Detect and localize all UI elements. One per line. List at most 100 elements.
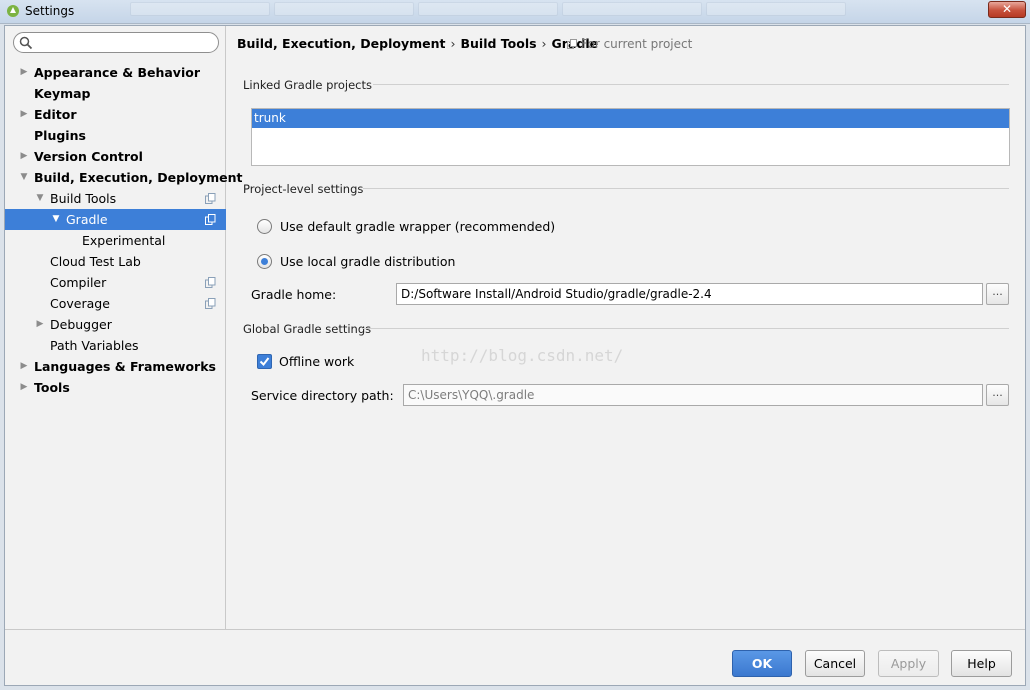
sidebar-item-label: Experimental [82, 233, 166, 248]
search-input[interactable] [36, 35, 214, 50]
sidebar-item-coverage[interactable]: Coverage [5, 293, 226, 314]
sidebar-item-label: Build Tools [50, 191, 117, 206]
background-tab [418, 2, 558, 16]
local-distribution-label: Use local gradle distribution [280, 253, 456, 269]
collapse-arrow-icon[interactable]: ▶ [19, 62, 29, 83]
sidebar-item-compiler[interactable]: Compiler [5, 272, 226, 293]
local-distribution-option[interactable]: Use local gradle distribution [257, 251, 455, 271]
gradle-home-label: Gradle home: [251, 287, 337, 302]
sidebar-item-build-execution-deployment[interactable]: ▼ Build, Execution, Deployment [5, 167, 243, 188]
gradle-settings-panel: Build, Execution, Deployment › Build Tools… [227, 26, 1027, 629]
sidebar-item-experimental[interactable]: Experimental [5, 230, 226, 251]
project-scope-icon [205, 214, 216, 225]
sidebar-item-build-tools[interactable]: ▼ Build Tools [5, 188, 226, 209]
collapse-arrow-icon[interactable]: ▶ [35, 314, 45, 335]
sidebar-item-label: Tools [34, 380, 70, 395]
android-studio-icon [7, 5, 19, 17]
sidebar-item-label: Debugger [50, 317, 112, 332]
dialog-footer: OK Cancel Apply Help [5, 629, 1025, 685]
background-tab [706, 2, 846, 16]
sidebar-item-keymap[interactable]: Keymap [5, 83, 226, 104]
sidebar-item-label: Keymap [34, 86, 91, 101]
sidebar-item-plugins[interactable]: Plugins [5, 125, 226, 146]
global-settings-title: Global Gradle settings [243, 322, 372, 336]
radio-button-selected[interactable] [257, 253, 272, 269]
sidebar-item-cloud-test-lab[interactable]: Cloud Test Lab [5, 251, 226, 272]
ok-button[interactable]: OK [732, 650, 792, 677]
default-wrapper-label: Use default gradle wrapper (recommended) [280, 218, 556, 234]
gradle-home-field[interactable] [396, 283, 983, 305]
project-scope-icon [205, 193, 216, 204]
service-directory-field[interactable] [403, 384, 983, 406]
search-icon [19, 36, 33, 50]
offline-work-option[interactable]: Offline work [257, 354, 354, 369]
close-icon: ✕ [1001, 2, 1013, 16]
apply-button[interactable]: Apply [878, 650, 939, 677]
sidebar-item-debugger[interactable]: ▶ Debugger [5, 314, 226, 335]
background-tab [562, 2, 702, 16]
sidebar-item-label: Cloud Test Lab [50, 254, 141, 269]
sidebar-item-label: Path Variables [50, 338, 139, 353]
breadcrumb-separator: › [541, 36, 547, 51]
background-window-tabs [130, 2, 846, 16]
sidebar-item-label: Editor [34, 107, 77, 122]
sidebar-item-editor[interactable]: ▶ Editor [5, 104, 226, 125]
list-item[interactable]: trunk [252, 109, 1009, 128]
expand-arrow-icon[interactable]: ▼ [19, 167, 29, 188]
close-button[interactable]: ✕ [988, 1, 1026, 18]
background-tab [274, 2, 414, 16]
sidebar-item-tools[interactable]: ▶ Tools [5, 377, 226, 398]
cancel-button[interactable]: Cancel [805, 650, 865, 677]
sidebar-item-path-variables[interactable]: Path Variables [5, 335, 226, 356]
collapse-arrow-icon[interactable]: ▶ [19, 377, 29, 398]
settings-dialog: ▶ Appearance & Behavior Keymap ▶ Editor Plugi… [4, 25, 1026, 686]
gradle-home-browse-button[interactable]: ... [986, 283, 1009, 305]
sidebar-item-appearance-behavior[interactable]: ▶ Appearance & Behavior [5, 62, 226, 83]
linked-projects-title: Linked Gradle projects [243, 78, 372, 92]
section-divider [373, 84, 1009, 85]
checkmark-icon [259, 357, 270, 367]
project-scope-icon [205, 277, 216, 288]
breadcrumb-item: Build Tools [460, 36, 537, 51]
service-directory-browse-button[interactable]: ... [986, 384, 1009, 406]
background-tab [130, 2, 270, 16]
sidebar-item-label: Plugins [34, 128, 86, 143]
section-divider [363, 328, 1009, 329]
project-settings-title: Project-level settings [243, 182, 364, 196]
window-title: Settings [25, 4, 75, 18]
breadcrumb-separator: › [450, 36, 456, 51]
breadcrumb-item: Build, Execution, Deployment [237, 36, 446, 51]
expand-arrow-icon[interactable]: ▼ [51, 209, 61, 230]
project-scope-icon [205, 298, 216, 309]
expand-arrow-icon[interactable]: ▼ [35, 188, 45, 209]
title-bar: Settings ✕ [0, 0, 1030, 24]
search-field[interactable] [13, 32, 219, 53]
sidebar-item-label: Coverage [50, 296, 110, 311]
help-button[interactable]: Help [951, 650, 1012, 677]
sidebar-item-label: Languages & Frameworks [34, 359, 216, 374]
scope-note: For current project [567, 37, 692, 51]
offline-work-label: Offline work [279, 354, 355, 369]
watermark: http://blog.csdn.net/ [421, 346, 624, 365]
service-directory-label: Service directory path: [251, 388, 394, 403]
settings-tree: ▶ Appearance & Behavior Keymap ▶ Editor Plugi… [5, 62, 243, 398]
sidebar-item-label: Appearance & Behavior [34, 65, 200, 80]
collapse-arrow-icon[interactable]: ▶ [19, 104, 29, 125]
settings-sidebar: ▶ Appearance & Behavior Keymap ▶ Editor Plugi… [5, 26, 243, 629]
sidebar-item-label: Gradle [66, 212, 108, 227]
sidebar-item-gradle[interactable]: ▼ Gradle [5, 209, 226, 230]
sidebar-item-languages-frameworks[interactable]: ▶ Languages & Frameworks [5, 356, 226, 377]
sidebar-item-label: Build, Execution, Deployment [34, 170, 243, 185]
checkbox-checked[interactable] [257, 354, 272, 369]
collapse-arrow-icon[interactable]: ▶ [19, 146, 29, 167]
sidebar-item-version-control[interactable]: ▶ Version Control [5, 146, 226, 167]
linked-projects-list[interactable]: trunk [251, 108, 1010, 166]
project-scope-icon [567, 39, 577, 49]
sidebar-item-label: Version Control [34, 149, 143, 164]
breadcrumb: Build, Execution, Deployment › Build Tools… [237, 36, 598, 51]
scope-note-text: For current project [581, 37, 693, 51]
collapse-arrow-icon[interactable]: ▶ [19, 356, 29, 377]
section-divider [363, 188, 1009, 189]
default-wrapper-option[interactable]: Use default gradle wrapper (recommended) [257, 216, 555, 236]
radio-button[interactable] [257, 218, 272, 234]
